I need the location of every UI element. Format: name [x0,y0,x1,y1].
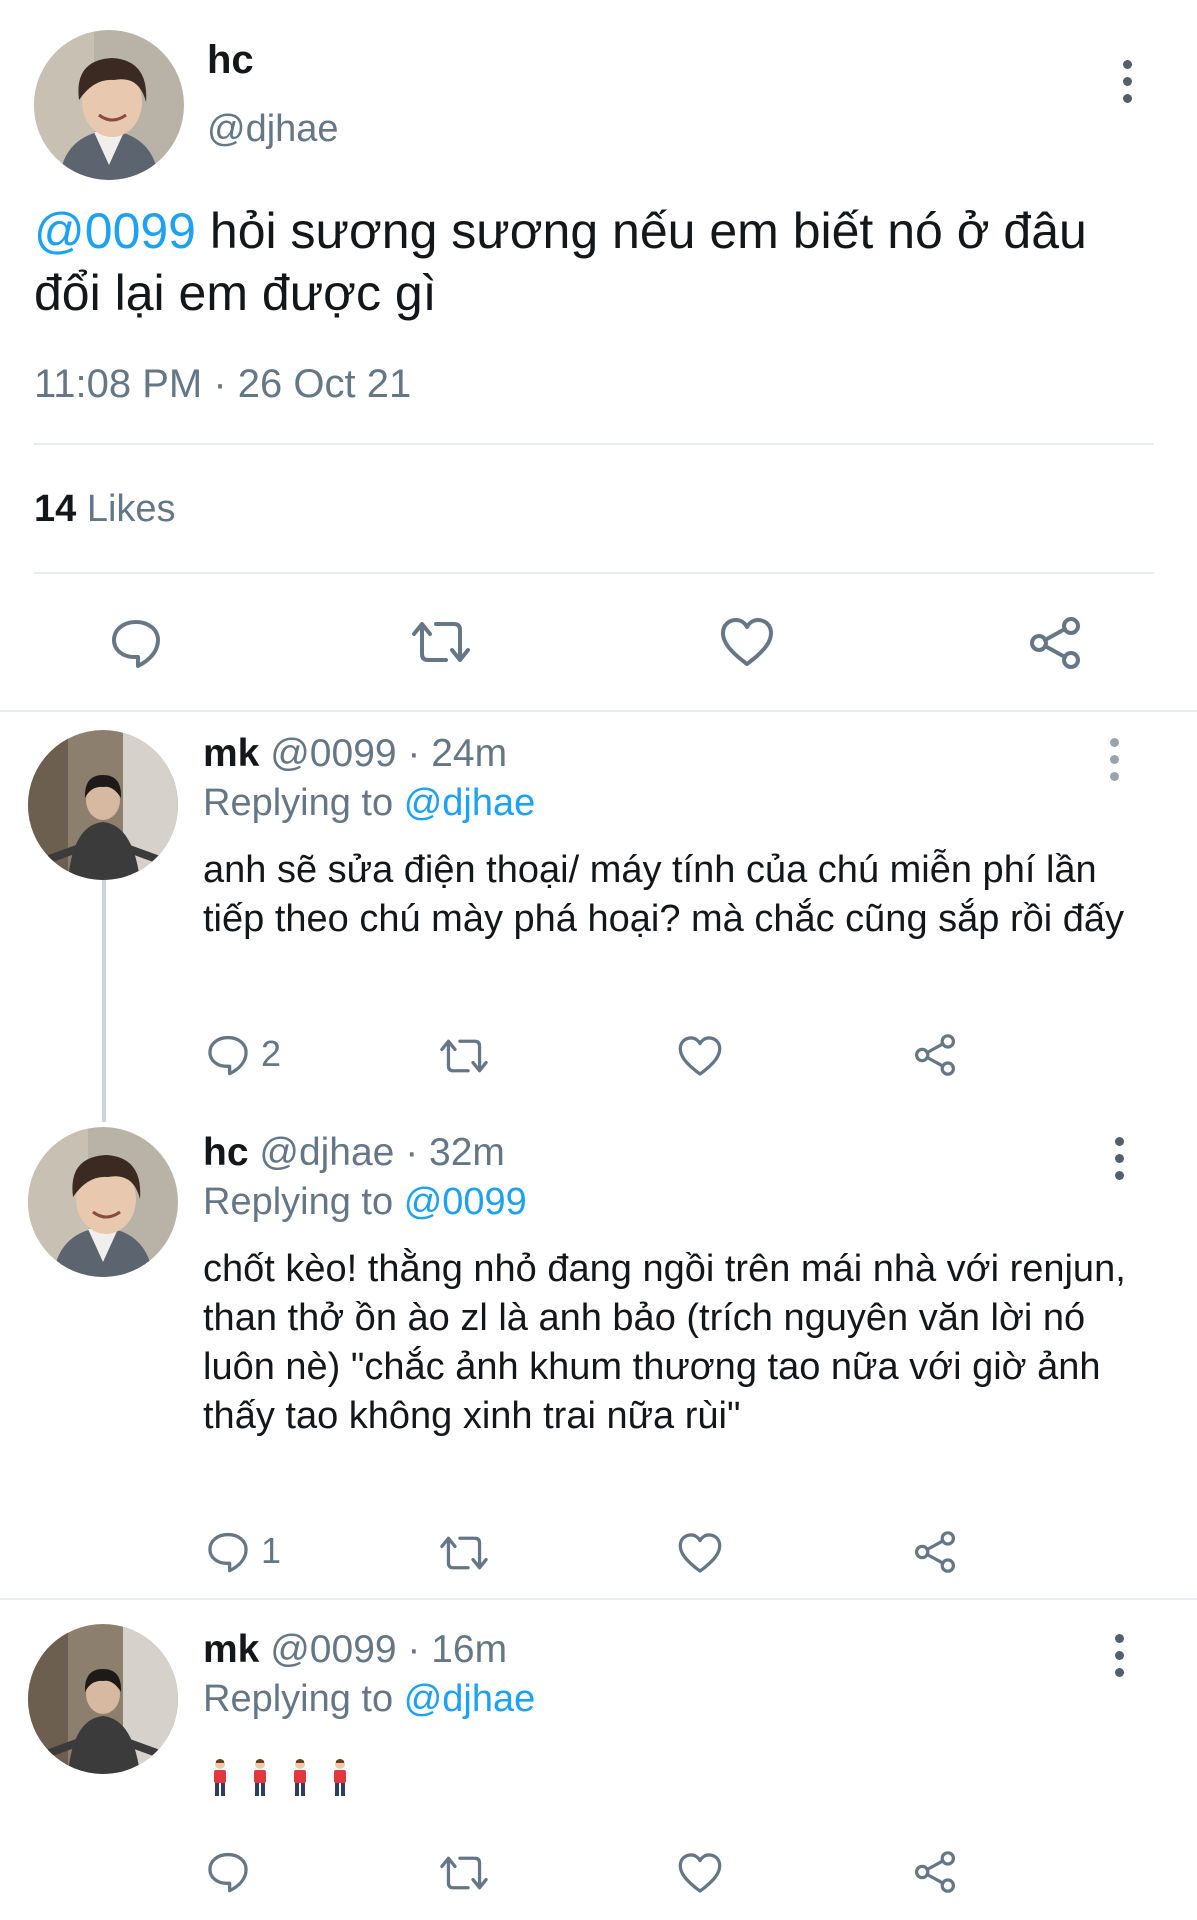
reply-icon [208,1035,248,1076]
avatar[interactable] [28,1624,178,1774]
reply-display-name: mk [203,1628,260,1671]
retweet-icon [440,1856,488,1890]
standing-person-emoji [254,1759,266,1796]
reply-icon [112,620,160,668]
reply-display-name: hc [203,1131,249,1174]
reply-handle-time: @0099 · 24m [270,732,508,775]
mention-link[interactable]: @0099 [34,203,196,259]
reply-icon [208,1532,248,1573]
reply-button[interactable]: 2 [205,1031,281,1077]
replying-to: Replying to @djhae [203,782,535,825]
share-icon [915,1531,955,1573]
share-button[interactable] [911,1031,959,1079]
like-icon [678,1533,722,1573]
likes-label: Likes [86,488,176,530]
share-button[interactable] [1025,614,1085,672]
reply-count: 2 [261,1033,282,1074]
likes-summary[interactable]: 14 Likes [34,488,176,531]
share-icon [915,1034,955,1076]
section-divider [0,710,1197,712]
share-icon [1030,617,1080,669]
retweet-button[interactable] [408,614,474,670]
section-divider [0,1598,1197,1600]
retweet-button[interactable] [437,1530,491,1576]
like-icon [721,618,773,666]
display-name[interactable]: hc [207,38,254,83]
likes-count: 14 [34,488,77,530]
thread-line [102,880,106,1122]
mention-link[interactable]: @0099 [404,1181,527,1223]
reply-handle-time: @djhae · 32m [259,1131,505,1174]
replying-label: Replying to [203,1678,394,1720]
reply-button[interactable] [205,1848,251,1894]
share-icon [915,1851,955,1893]
avatar[interactable] [28,730,178,880]
share-button[interactable] [911,1848,959,1896]
divider [34,572,1154,574]
replying-to: Replying to @djhae [203,1678,535,1721]
share-button[interactable] [911,1528,959,1576]
more-icon[interactable] [1104,738,1124,781]
like-button[interactable] [718,614,776,670]
standing-person-emoji [214,1759,226,1796]
divider [34,443,1154,445]
mention-link[interactable]: @djhae [404,782,536,824]
standing-person-emoji [334,1759,346,1796]
reply-icon [208,1852,248,1893]
retweet-button[interactable] [437,1850,491,1896]
reply-handle-time: @0099 · 16m [270,1628,508,1671]
reply-button[interactable] [108,614,164,670]
reply-count: 1 [261,1530,282,1571]
avatar[interactable] [28,1127,178,1277]
reply-display-name: mk [203,732,260,775]
standing-person-emoji [294,1759,306,1796]
reply-author[interactable]: hc @djhae · 32m [203,1131,505,1175]
more-icon[interactable] [1117,60,1137,103]
reply-text: anh sẽ sửa điện thoại/ máy tính của chú … [203,849,1125,940]
retweet-icon [440,1039,488,1073]
reply-author[interactable]: mk @0099 · 24m [203,732,507,776]
reply-author[interactable]: mk @0099 · 16m [203,1628,507,1672]
retweet-button[interactable] [437,1033,491,1079]
reply-text: chốt kèo! thằng nhỏ đang ngồi trên mái n… [203,1248,1126,1437]
like-button[interactable] [676,1850,724,1896]
replying-label: Replying to [203,1181,394,1223]
more-icon[interactable] [1109,1137,1129,1180]
tweet-timestamp[interactable]: 11:08 PM · 26 Oct 21 [34,362,411,407]
like-button[interactable] [676,1530,724,1576]
reply-button[interactable]: 1 [205,1528,281,1574]
like-icon [678,1036,722,1076]
retweet-icon [412,622,470,662]
tweet-text: @0099 hỏi sương sương nếu em biết nó ở đ… [34,200,1144,324]
more-icon[interactable] [1109,1634,1129,1677]
emoji-row [210,1758,350,1798]
like-icon [678,1853,722,1893]
replying-label: Replying to [203,782,394,824]
user-handle[interactable]: @djhae [207,108,339,151]
avatar[interactable] [34,30,184,180]
replying-to: Replying to @0099 [203,1181,527,1224]
like-button[interactable] [676,1033,724,1079]
retweet-icon [440,1536,488,1570]
mention-link[interactable]: @djhae [404,1678,536,1720]
